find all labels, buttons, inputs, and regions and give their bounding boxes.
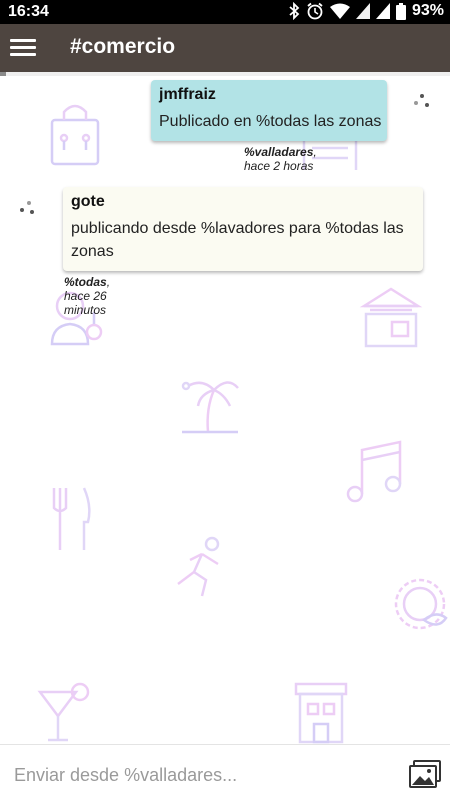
avatar-loading-icon[interactable] — [414, 94, 430, 110]
message-author[interactable]: jmffraiz — [159, 86, 216, 104]
shop-icon — [359, 287, 423, 348]
status-icons: 93% — [288, 2, 444, 20]
battery-icon — [395, 2, 406, 20]
message-input[interactable] — [12, 761, 396, 789]
battery-percentage: 93% — [411, 2, 444, 19]
storefront-icon — [294, 682, 348, 744]
gallery-icon[interactable] — [408, 759, 442, 789]
wifi-icon — [329, 3, 350, 19]
app-bar: #comercio — [0, 24, 450, 72]
pie-icon — [394, 578, 448, 630]
avatar-loading-icon[interactable] — [20, 201, 36, 217]
alarm-icon — [307, 2, 323, 20]
status-time: 16:34 — [8, 3, 49, 20]
bluetooth-icon — [289, 2, 300, 20]
signal-icon — [375, 3, 390, 19]
signal-icon — [355, 3, 370, 19]
message-bubble[interactable]: jmffraiz Publicado en %todas las zonas — [151, 80, 387, 141]
shopping-bag-icon — [50, 104, 100, 166]
cutlery-icon — [52, 487, 91, 550]
message-zone[interactable]: %todas — [64, 275, 107, 289]
palm-tree-icon — [181, 381, 239, 434]
message-meta: %valladares, hace 2 horas — [244, 145, 317, 173]
channel-title: #comercio — [70, 35, 176, 58]
message-text: Publicado en %todas las zonas — [159, 113, 382, 130]
hamburger-menu-icon[interactable] — [10, 36, 36, 60]
runner-icon — [177, 536, 220, 597]
loading-progress-bar — [0, 72, 450, 76]
message-bubble[interactable]: gote publicando desde %lavadores para %t… — [63, 187, 423, 271]
message-author[interactable]: gote — [71, 193, 105, 211]
cocktail-icon — [37, 682, 90, 742]
message-meta: %todas, hace 26 minutos — [64, 275, 110, 317]
message-composer — [0, 744, 450, 801]
music-note-icon — [346, 440, 402, 503]
message-text-line: zonas — [71, 243, 114, 260]
status-bar: 16:34 93% — [0, 0, 450, 24]
message-text-line: publicando desde %lavadores para %todas … — [71, 220, 404, 237]
message-zone[interactable]: %valladares — [244, 145, 313, 159]
